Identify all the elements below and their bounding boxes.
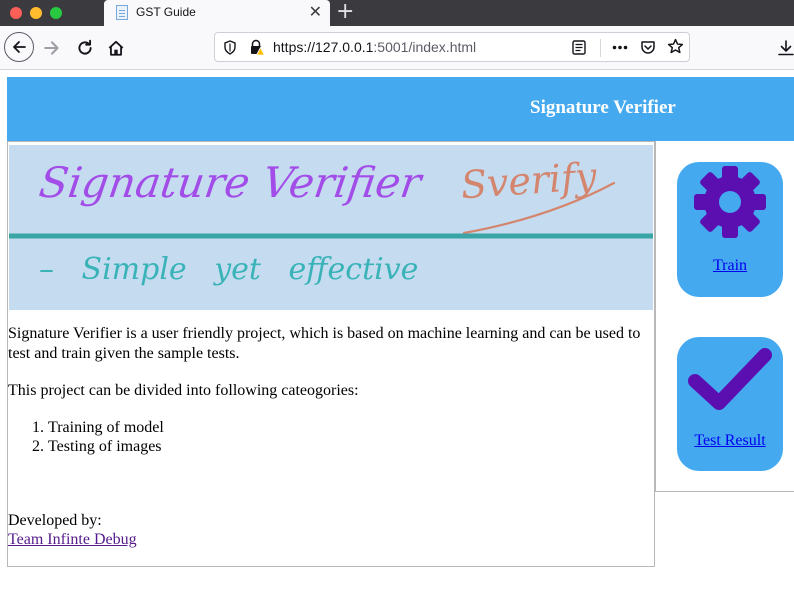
maximize-window-button[interactable] (50, 7, 62, 19)
train-link[interactable]: Train (677, 257, 783, 275)
download-icon[interactable] (778, 40, 794, 56)
url-path: :5001/index.html (373, 39, 477, 55)
banner-handwritten-tagline: – Simple yet effective (39, 252, 418, 287)
sidebar: Train Test Result (655, 141, 794, 492)
test-result-card[interactable]: Test Result (677, 337, 783, 471)
tab-title: GST Guide (136, 5, 196, 19)
tab-close-icon[interactable]: ✕ (309, 2, 322, 22)
test-result-link[interactable]: Test Result (677, 432, 783, 450)
back-button[interactable] (4, 32, 34, 62)
page-header: Signature Verifier (7, 77, 794, 141)
bookmark-star-icon[interactable] (667, 38, 684, 55)
checkmark-icon (688, 348, 772, 410)
close-window-button[interactable] (10, 7, 22, 19)
url-separator (600, 39, 601, 57)
page-icon (116, 5, 128, 20)
url-domain: https://127.0.0.1 (273, 39, 374, 55)
gear-icon (694, 166, 766, 238)
banner-handwritten-title: Signature Verifier (36, 158, 427, 207)
train-card[interactable]: Train (677, 162, 783, 297)
browser-tab[interactable]: GST Guide ✕ (104, 0, 330, 26)
pocket-icon[interactable] (640, 39, 656, 55)
url-text[interactable]: https://127.0.0.1:5001/index.html (273, 39, 476, 55)
categories-intro: This project can be divided into followi… (8, 382, 359, 399)
tab-strip: GST Guide ✕ + (0, 0, 794, 26)
categories-list: Training of model Testing of images (8, 418, 164, 456)
list-item: Testing of images (48, 437, 164, 456)
back-arrow-icon (13, 41, 26, 53)
developer-link[interactable]: Team Infinte Debug (8, 531, 137, 549)
navigation-toolbar: https://127.0.0.1:5001/index.html (0, 26, 794, 70)
reload-icon[interactable] (76, 39, 94, 57)
minimize-window-button[interactable] (30, 7, 42, 19)
page-title: Signature Verifier (530, 97, 676, 118)
main-content: Signature Verifier Sverify – Simple yet … (7, 141, 655, 567)
more-options-icon[interactable] (612, 45, 628, 50)
signature-banner-image: Signature Verifier Sverify – Simple yet … (9, 145, 653, 310)
home-icon[interactable] (107, 39, 125, 57)
new-tab-button[interactable]: + (336, 0, 354, 24)
developed-by-label: Developed by: (8, 512, 102, 529)
project-description: Signature Verifier is a user friendly pr… (8, 325, 641, 362)
address-bar[interactable]: https://127.0.0.1:5001/index.html (214, 32, 690, 62)
forward-arrow-icon[interactable] (43, 39, 61, 57)
list-item: Training of model (48, 418, 164, 437)
lock-warning-icon[interactable] (249, 39, 265, 56)
shield-icon[interactable] (223, 40, 237, 55)
reader-view-icon[interactable] (572, 40, 586, 55)
